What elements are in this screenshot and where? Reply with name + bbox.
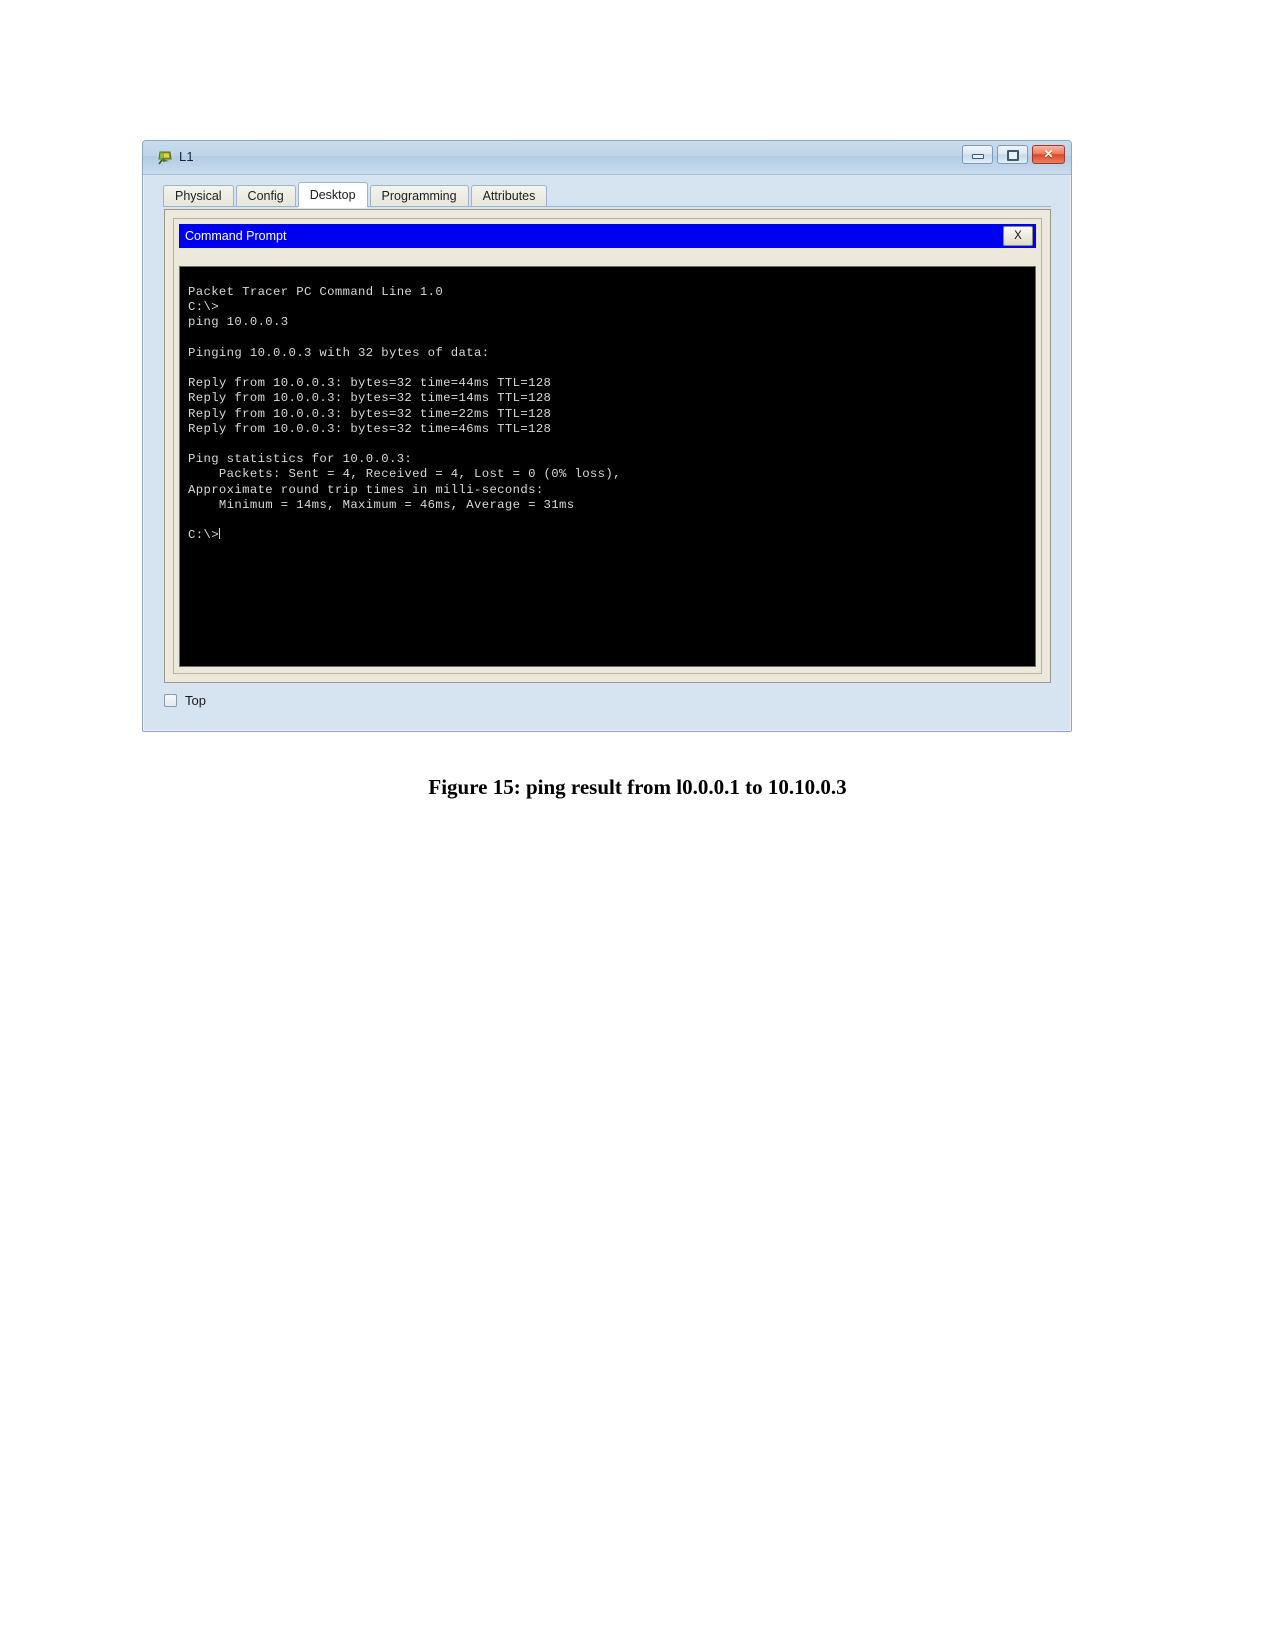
- tab-physical[interactable]: Physical: [163, 185, 234, 206]
- terminal-text: Packet Tracer PC Command Line 1.0 C:\> p…: [188, 285, 621, 543]
- command-prompt-close-button[interactable]: X: [1003, 226, 1033, 246]
- tab-desktop[interactable]: Desktop: [297, 182, 368, 207]
- maximize-icon: [1007, 150, 1019, 161]
- command-prompt-title: Command Prompt: [185, 229, 287, 243]
- top-checkbox-label: Top: [185, 693, 206, 708]
- figure-caption: Figure 15: ping result from l0.0.0.1 to …: [428, 775, 847, 799]
- tab-physical-label: Physical: [175, 189, 222, 203]
- tab-config[interactable]: Config: [235, 185, 296, 206]
- tab-programming-label: Programming: [381, 189, 457, 203]
- tab-attributes-label: Attributes: [482, 189, 536, 203]
- minimize-icon: [972, 154, 984, 159]
- top-checkbox[interactable]: [164, 694, 177, 707]
- tab-attributes[interactable]: Attributes: [470, 185, 548, 206]
- minimize-button[interactable]: [962, 145, 993, 164]
- document-page: L1 ✕ Physical Config Desktop Programming…: [0, 0, 1275, 1650]
- command-prompt-window: Command Prompt X Packet Tracer PC Comman…: [173, 218, 1042, 674]
- command-prompt-close-icon: X: [1014, 230, 1022, 242]
- top-checkbox-row: Top: [164, 693, 206, 708]
- window-title: L1: [179, 149, 194, 164]
- command-prompt-titlebar: Command Prompt X: [179, 224, 1036, 248]
- tab-desktop-label: Desktop: [309, 188, 356, 202]
- packet-tracer-device-icon: [157, 149, 174, 166]
- window-controls: ✕: [962, 145, 1065, 164]
- maximize-button[interactable]: [997, 145, 1028, 164]
- packet-tracer-device-window: L1 ✕ Physical Config Desktop Programming…: [142, 140, 1072, 732]
- close-button[interactable]: ✕: [1032, 145, 1065, 164]
- window-titlebar: L1 ✕: [143, 141, 1071, 175]
- terminal-cursor: [218, 528, 220, 540]
- tab-programming[interactable]: Programming: [369, 185, 469, 206]
- close-icon: ✕: [1043, 147, 1054, 161]
- desktop-panel: Command Prompt X Packet Tracer PC Comman…: [164, 209, 1051, 683]
- tab-config-label: Config: [247, 189, 284, 203]
- terminal-output-area[interactable]: Packet Tracer PC Command Line 1.0 C:\> p…: [179, 266, 1036, 667]
- device-tabs: Physical Config Desktop Programming Attr…: [163, 182, 1051, 207]
